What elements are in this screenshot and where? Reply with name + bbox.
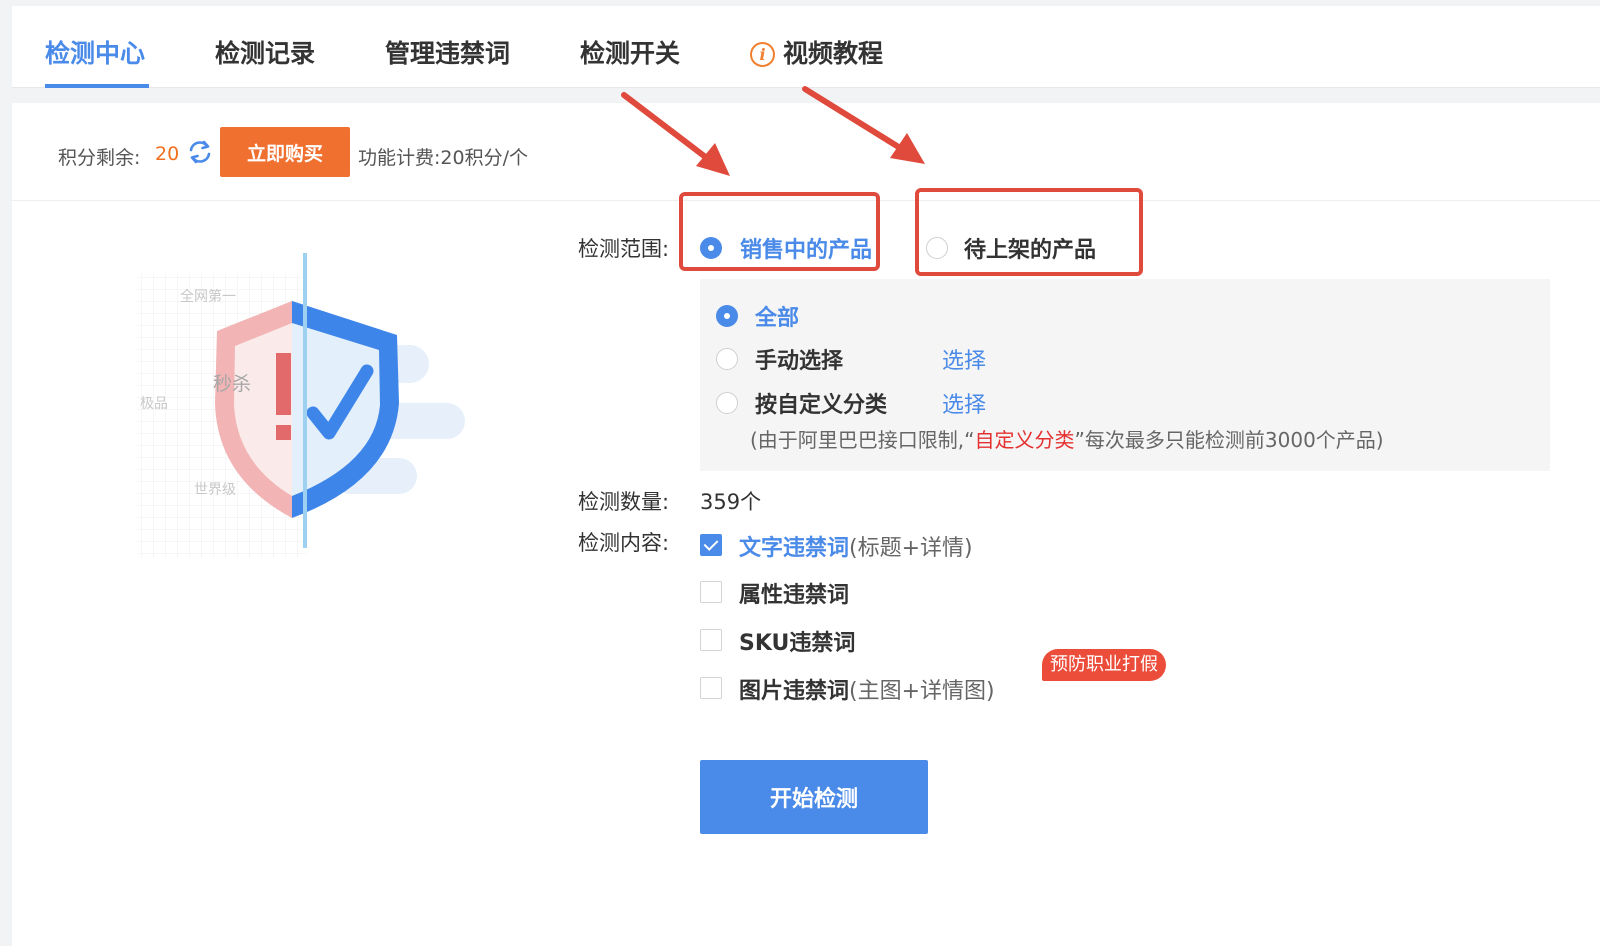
- fee-text: 功能计费:20积分/个: [358, 147, 528, 169]
- content-option-attribute[interactable]: 属性违禁词: [739, 577, 849, 609]
- product-selection-box: 全部 手动选择 选择 按自定义分类 选择 (由于阿里巴巴接口限制,“自定义分类”…: [700, 279, 1550, 471]
- annotation-box-pending: [915, 188, 1143, 276]
- tab-bar: 检测中心 检测记录 管理违禁词 检测开关 i 视频教程: [12, 6, 1600, 88]
- points-value: 20: [155, 143, 180, 165]
- checkbox-attribute-banned-words[interactable]: [700, 581, 722, 603]
- points-bar: 积分剩余: 20 立即购买 功能计费:20积分/个: [12, 103, 1600, 201]
- custom-category-select-link[interactable]: 选择: [942, 387, 986, 419]
- scope-label: 检测范围:: [578, 237, 670, 261]
- annotation-box-on-sale: [679, 192, 880, 271]
- illus-label-1: 全网第一: [180, 288, 236, 305]
- manual-select-link[interactable]: 选择: [942, 343, 986, 375]
- illus-label-3: 极品: [140, 396, 168, 412]
- start-detection-button[interactable]: 开始检测: [700, 760, 928, 834]
- tab-video-tutorial[interactable]: i 视频教程: [750, 34, 883, 70]
- shield-illustration: 全网第一 秒杀 极品 世界级: [137, 253, 465, 558]
- tab-detection-switch[interactable]: 检测开关: [580, 34, 680, 70]
- count-value: 359个: [700, 490, 762, 514]
- count-label: 检测数量:: [578, 490, 670, 514]
- active-tab-indicator: [45, 84, 149, 88]
- content-option-image-sub: (主图+详情图): [849, 679, 995, 704]
- tab-manage-banned-words[interactable]: 管理违禁词: [385, 34, 510, 70]
- product-radio-custom-category[interactable]: [716, 392, 738, 414]
- content-option-text-sub: (标题+详情): [849, 536, 973, 561]
- limit-note-highlight: 自定义分类: [974, 428, 1075, 452]
- anti-fraud-badge: 预防职业打假: [1042, 649, 1166, 681]
- content-option-image[interactable]: 图片违禁词(主图+详情图): [739, 673, 995, 705]
- tab-detection-records[interactable]: 检测记录: [215, 34, 315, 70]
- checkbox-text-banned-words[interactable]: [700, 534, 722, 556]
- product-option-manual[interactable]: 手动选择: [755, 343, 843, 375]
- limit-note-suffix: ”每次最多只能检测前3000个产品): [1074, 428, 1384, 452]
- tab-detection-center[interactable]: 检测中心: [45, 34, 145, 70]
- content-option-text[interactable]: 文字违禁词(标题+详情): [739, 530, 973, 562]
- product-option-all[interactable]: 全部: [755, 300, 799, 332]
- content-option-image-label: 图片违禁词: [739, 679, 850, 704]
- content-option-text-label: 文字违禁词: [739, 536, 850, 561]
- illus-label-2: 秒杀: [213, 373, 251, 395]
- checkbox-image-banned-words[interactable]: [700, 677, 722, 699]
- buy-now-button[interactable]: 立即购买: [220, 127, 350, 177]
- limit-note-prefix: (由于阿里巴巴接口限制,“: [750, 428, 975, 452]
- content-option-sku[interactable]: SKU违禁词: [739, 625, 855, 657]
- illus-label-4: 世界级: [194, 482, 236, 498]
- content-label: 检测内容:: [578, 531, 670, 555]
- tab-video-tutorial-label: 视频教程: [783, 39, 884, 68]
- product-radio-manual[interactable]: [716, 348, 738, 370]
- checkbox-sku-banned-words[interactable]: [700, 629, 722, 651]
- info-icon: i: [750, 42, 775, 67]
- refresh-icon[interactable]: [187, 139, 213, 165]
- points-label: 积分剩余:: [58, 147, 141, 169]
- product-radio-all[interactable]: [716, 305, 738, 327]
- product-option-custom-category[interactable]: 按自定义分类: [755, 387, 887, 419]
- limit-note: (由于阿里巴巴接口限制,“自定义分类”每次最多只能检测前3000个产品): [750, 424, 1384, 453]
